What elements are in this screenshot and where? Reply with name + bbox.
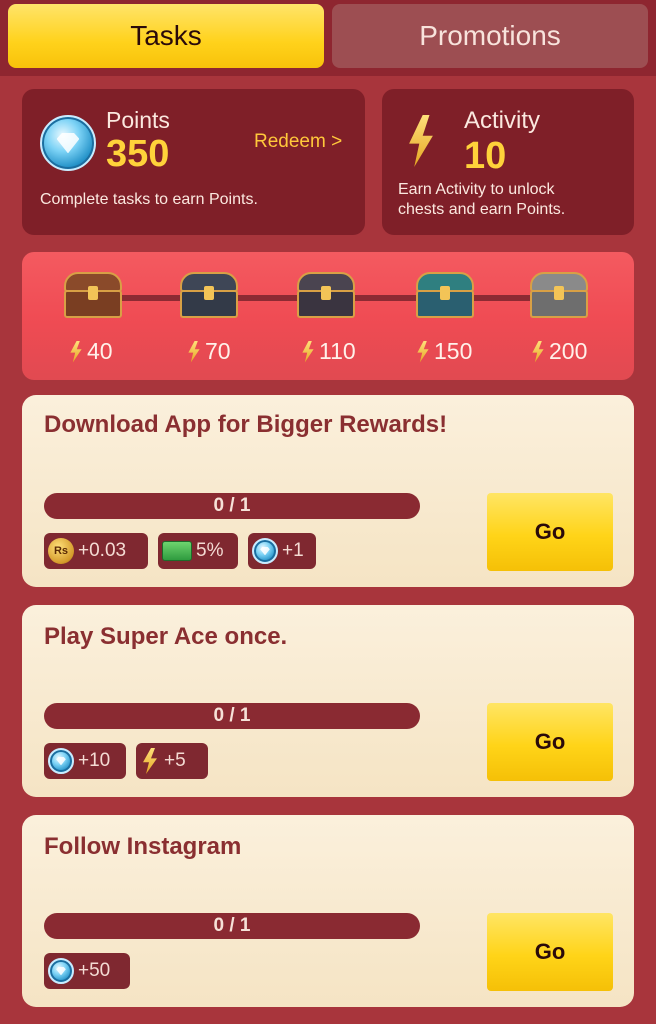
activity-description-line2: chests and earn Points. xyxy=(398,201,566,218)
chest-1-icon[interactable] xyxy=(64,272,122,318)
diamond-icon xyxy=(48,748,74,774)
reward-activity: +5 xyxy=(136,743,208,779)
reward-bonus-percent: 5% xyxy=(158,533,238,569)
points-value: 350 xyxy=(106,133,170,175)
reward-cash: Rs +0.03 xyxy=(44,533,148,569)
go-button[interactable]: Go xyxy=(487,493,613,571)
lightning-icon xyxy=(188,340,200,363)
chest-2-icon[interactable] xyxy=(180,272,238,318)
task-progress-bar: 0 / 1 xyxy=(44,913,420,939)
task-title: Play Super Ace once. xyxy=(44,623,288,650)
points-description: Complete tasks to earn Points. xyxy=(40,191,258,208)
task-card-download-app: Download App for Bigger Rewards! 0 / 1 G… xyxy=(22,395,634,587)
points-label: Points xyxy=(106,107,170,133)
points-card: Points 350 Redeem > Complete tasks to ea… xyxy=(22,89,365,235)
tab-tasks[interactable]: Tasks xyxy=(8,4,324,68)
reward-points: +10 xyxy=(44,743,126,779)
task-card-play-super-ace: Play Super Ace once. 0 / 1 Go +10 +5 xyxy=(22,605,634,797)
chest-5-threshold: 200 xyxy=(530,338,587,365)
task-progress-bar: 0 / 1 xyxy=(44,493,420,519)
tab-promotions[interactable]: Promotions xyxy=(332,4,648,68)
go-button[interactable]: Go xyxy=(487,703,613,781)
activity-value: 10 xyxy=(464,135,507,177)
activity-description-line1: Earn Activity to unlock xyxy=(398,181,555,198)
chest-3-threshold: 110 xyxy=(300,338,356,365)
go-button[interactable]: Go xyxy=(487,913,613,991)
rupee-coin-icon: Rs xyxy=(48,538,74,564)
diamond-icon xyxy=(252,538,278,564)
lightning-icon xyxy=(409,115,433,167)
top-tab-bar: Tasks Promotions xyxy=(0,0,656,76)
task-title: Download App for Bigger Rewards! xyxy=(44,411,448,438)
redeem-link[interactable]: Redeem > xyxy=(254,131,342,153)
chest-4-icon[interactable] xyxy=(416,272,474,318)
diamond-icon xyxy=(40,115,96,171)
activity-card: Activity 10 Earn Activity to unlock ches… xyxy=(382,89,634,235)
lightning-icon xyxy=(302,340,314,363)
chest-4-threshold: 150 xyxy=(415,338,472,365)
reward-points: +50 xyxy=(44,953,130,989)
diamond-icon xyxy=(48,958,74,984)
cash-bill-icon xyxy=(162,541,192,561)
lightning-icon xyxy=(417,340,429,363)
lightning-icon xyxy=(70,340,82,363)
chest-5-icon[interactable] xyxy=(530,272,588,318)
task-progress-bar: 0 / 1 xyxy=(44,703,420,729)
reward-points: +1 xyxy=(248,533,316,569)
lightning-icon xyxy=(532,340,544,363)
chest-1-threshold: 40 xyxy=(68,338,113,365)
task-card-follow-instagram: Follow Instagram 0 / 1 Go +50 xyxy=(22,815,634,1007)
lightning-icon xyxy=(143,748,157,774)
activity-label: Activity xyxy=(464,107,541,134)
task-title: Follow Instagram xyxy=(44,833,242,860)
chest-3-icon[interactable] xyxy=(297,272,355,318)
chest-2-threshold: 70 xyxy=(186,338,231,365)
